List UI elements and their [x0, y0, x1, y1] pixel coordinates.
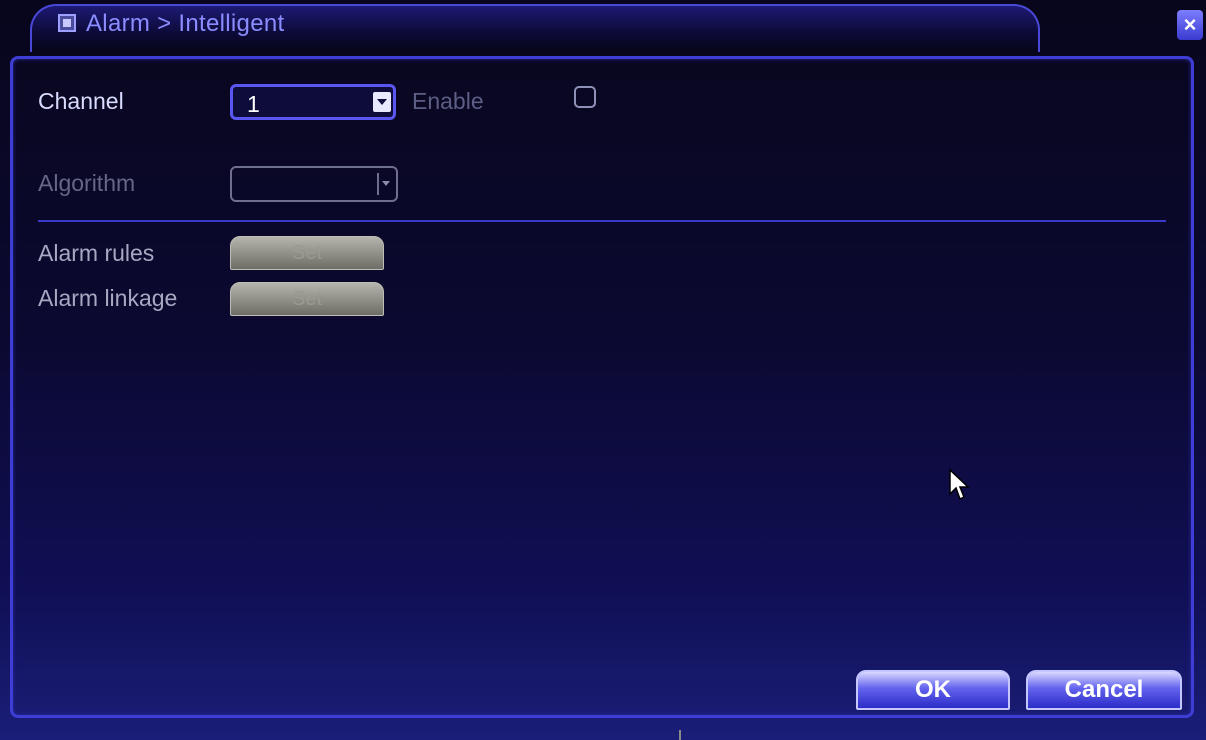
section-divider — [38, 220, 1166, 222]
algorithm-label: Algorithm — [38, 170, 136, 196]
algorithm-select[interactable] — [230, 166, 398, 202]
channel-select-value: 1 — [247, 91, 260, 117]
mouse-cursor-icon — [949, 468, 970, 501]
dialog-body-frame — [10, 56, 1194, 718]
alarm-linkage-label: Alarm linkage — [38, 285, 178, 311]
chevron-down-icon[interactable] — [377, 173, 393, 195]
cancel-button[interactable]: Cancel — [1026, 670, 1182, 710]
alarm-rules-label: Alarm rules — [38, 240, 155, 266]
window-icon — [58, 14, 76, 32]
dialog-window: Alarm > Intelligent × Channel 1 Enable A… — [0, 0, 1206, 740]
enable-checkbox[interactable] — [574, 86, 596, 108]
chevron-down-icon[interactable] — [373, 92, 391, 112]
channel-label: Channel — [38, 88, 124, 114]
channel-select[interactable]: 1 — [230, 84, 396, 120]
bottom-edge-tick — [679, 730, 681, 740]
alarm-linkage-set-button[interactable]: Set — [230, 282, 384, 316]
close-button[interactable]: × — [1177, 10, 1203, 40]
ok-button[interactable]: OK — [856, 670, 1010, 710]
window-title: Alarm > Intelligent — [86, 10, 285, 37]
enable-label: Enable — [412, 88, 484, 114]
alarm-rules-set-button[interactable]: Set — [230, 236, 384, 270]
